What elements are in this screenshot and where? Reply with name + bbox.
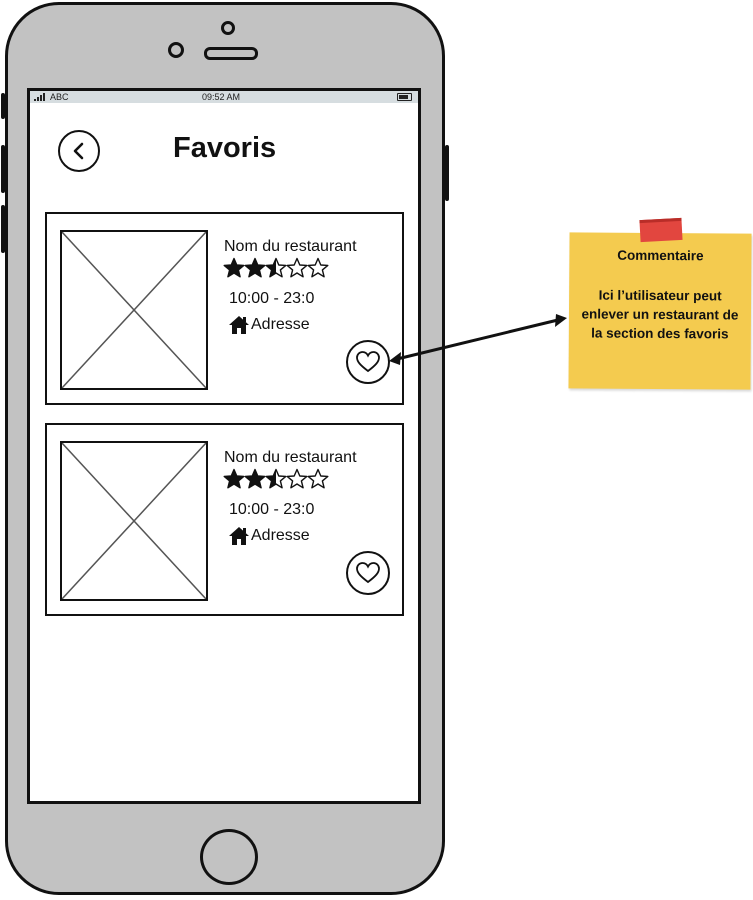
carrier-label: ABC xyxy=(50,92,69,102)
star-icon xyxy=(307,468,329,489)
opening-hours: 10:00 - 23:0 xyxy=(229,290,315,307)
star-icon xyxy=(244,257,266,278)
home-button[interactable] xyxy=(200,829,258,885)
rating-stars xyxy=(223,257,329,279)
back-button[interactable] xyxy=(58,130,100,172)
star-icon xyxy=(223,257,245,278)
address-label: Adresse xyxy=(251,316,310,333)
tape-strip xyxy=(639,217,683,243)
restaurant-card-1[interactable]: Nom du restaurant 10:00 - 23:0 Adresse xyxy=(45,212,404,405)
star-icon xyxy=(286,468,308,489)
image-placeholder-icon xyxy=(60,230,208,390)
sticky-note-title: Commentaire xyxy=(617,247,704,264)
restaurant-card-2[interactable]: Nom du restaurant 10:00 - 23:0 Adresse xyxy=(45,423,404,616)
phone-power-button xyxy=(445,145,449,201)
star-icon xyxy=(244,468,266,489)
page-title: Favoris xyxy=(173,132,277,164)
phone-volume-down xyxy=(1,205,5,253)
rating-stars xyxy=(223,468,329,490)
image-placeholder-icon xyxy=(60,441,208,601)
remove-favorite-button[interactable] xyxy=(346,551,390,595)
chevron-left-icon xyxy=(73,142,84,160)
battery-icon xyxy=(397,93,412,101)
remove-favorite-button[interactable] xyxy=(346,340,390,384)
opening-hours: 10:00 - 23:0 xyxy=(229,501,315,518)
house-icon xyxy=(229,316,249,334)
star-icon xyxy=(223,468,245,489)
sticky-note: Commentaire Ici l’utilisateur peut enlev… xyxy=(568,232,752,390)
phone-screen: ABC 09:52 AM Favoris Nom du restaurant 1… xyxy=(27,88,421,804)
sticky-note-text: Ici l’utilisateur peut enlever un restau… xyxy=(581,287,739,342)
star-icon xyxy=(286,257,308,278)
speaker-slot xyxy=(204,47,258,60)
star-icon xyxy=(307,257,329,278)
restaurant-name: Nom du restaurant xyxy=(224,449,357,466)
phone-volume-up xyxy=(1,145,5,193)
restaurant-name: Nom du restaurant xyxy=(224,238,357,255)
status-time: 09:52 AM xyxy=(202,92,241,102)
sensor-dot xyxy=(221,21,235,35)
house-icon xyxy=(229,527,249,545)
restaurant-address: Adresse xyxy=(229,526,310,546)
phone-side-button xyxy=(1,93,5,119)
star-icon xyxy=(265,257,287,278)
status-bar: ABC 09:52 AM xyxy=(30,91,418,103)
star-icon xyxy=(265,468,287,489)
heart-icon xyxy=(356,351,380,373)
camera-dot xyxy=(168,42,184,58)
heart-icon xyxy=(356,562,380,584)
signal-icon xyxy=(34,93,45,101)
address-label: Adresse xyxy=(251,527,310,544)
restaurant-address: Adresse xyxy=(229,315,310,335)
